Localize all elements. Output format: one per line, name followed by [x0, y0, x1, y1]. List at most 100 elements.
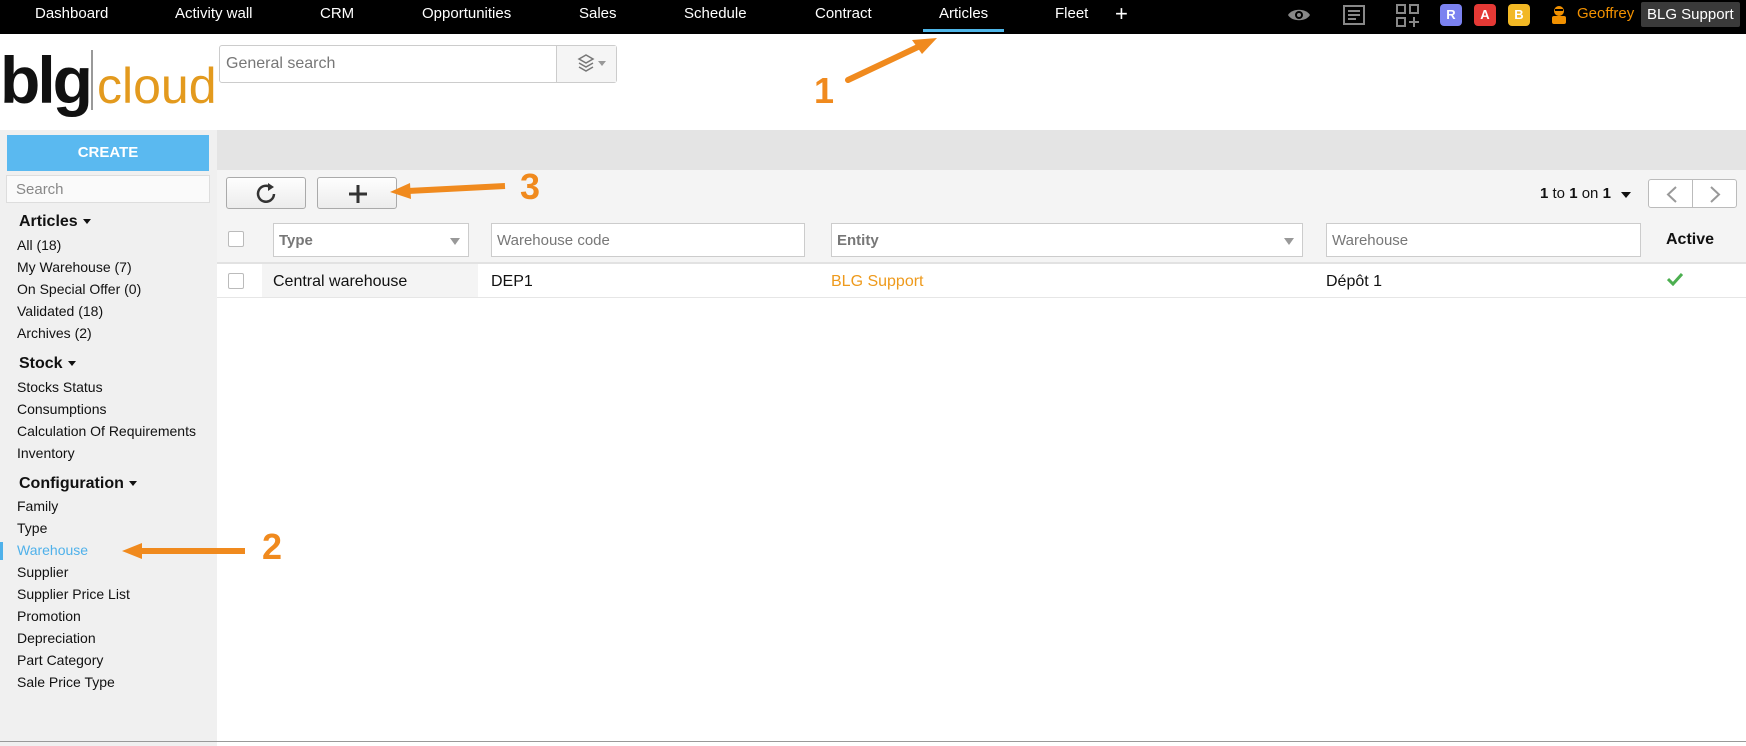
- sidebar-item-consumptions[interactable]: Consumptions: [17, 401, 107, 417]
- select-all-checkbox[interactable]: [228, 231, 244, 247]
- prev-page-button[interactable]: [1648, 179, 1693, 208]
- top-navigation-bar: Dashboard Activity wall CRM Opportunitie…: [0, 0, 1746, 34]
- company-switcher[interactable]: BLG Support: [1641, 2, 1740, 27]
- nav-articles[interactable]: Articles: [922, 0, 1005, 32]
- general-search-input[interactable]: [220, 46, 556, 82]
- active-indicator: [0, 542, 3, 560]
- logo-text-cloud: cloud: [97, 58, 217, 114]
- entity-filter-label: Entity: [837, 232, 879, 249]
- nav-opportunities[interactable]: Opportunities: [422, 0, 511, 30]
- badge-r[interactable]: R: [1440, 4, 1462, 26]
- table-row[interactable]: Central warehouse DEP1 BLG Support Dépôt…: [217, 264, 1746, 298]
- annotation-number-3: 3: [520, 166, 541, 207]
- chevron-down-icon: [1284, 238, 1294, 245]
- sidebar-item-family[interactable]: Family: [17, 498, 58, 514]
- caret-down-icon: [82, 219, 91, 225]
- pager-to: 1: [1569, 185, 1578, 202]
- nav-fleet[interactable]: Fleet: [1055, 0, 1088, 30]
- logo-text-blg: blg: [0, 43, 93, 117]
- general-search: [219, 45, 617, 83]
- cell-warehouse-code: DEP1: [491, 273, 533, 290]
- search-scope-dropdown[interactable]: [556, 46, 616, 82]
- list-toolbar: 1 to 1 on 1: [217, 170, 1746, 216]
- sidebar-item-my-warehouse[interactable]: My Warehouse (7): [17, 259, 132, 275]
- sidebar-item-promotion[interactable]: Promotion: [17, 608, 81, 624]
- caret-down-icon: [67, 361, 76, 367]
- row-checkbox[interactable]: [228, 273, 244, 289]
- pager-on-word: on: [1581, 185, 1599, 202]
- check-icon: [1667, 272, 1683, 286]
- nav-activity-wall[interactable]: Activity wall: [175, 0, 253, 30]
- apps-add-icon[interactable]: [1395, 3, 1421, 27]
- sidebar-item-stocks-status[interactable]: Stocks Status: [17, 379, 103, 395]
- section-articles[interactable]: Articles: [19, 213, 91, 231]
- next-page-button[interactable]: [1692, 179, 1737, 208]
- cell-entity-link[interactable]: BLG Support: [831, 273, 924, 291]
- section-stock-label: Stock: [19, 355, 63, 372]
- pager-to-word: to: [1552, 185, 1566, 202]
- chevron-down-icon: [450, 238, 460, 245]
- sidebar-item-validated[interactable]: Validated (18): [17, 303, 103, 319]
- warehouse-code-input[interactable]: [492, 224, 804, 256]
- nav-crm[interactable]: CRM: [320, 0, 354, 30]
- sidebar-item-inventory[interactable]: Inventory: [17, 445, 75, 461]
- sidebar-item-calculation-of-requirements[interactable]: Calculation Of Requirements: [17, 423, 196, 439]
- newspaper-icon[interactable]: [1341, 3, 1367, 27]
- eye-icon[interactable]: [1286, 3, 1312, 27]
- caret-down-icon: [128, 481, 137, 487]
- page-size-dropdown-icon[interactable]: [1621, 192, 1631, 198]
- badge-a[interactable]: A: [1474, 4, 1496, 26]
- add-button[interactable]: [317, 177, 397, 209]
- section-configuration-label: Configuration: [19, 475, 124, 492]
- window-bottom-edge: [0, 741, 1746, 742]
- active-column-header[interactable]: Active: [1666, 231, 1714, 249]
- section-stock[interactable]: Stock: [19, 355, 76, 373]
- badge-b[interactable]: B: [1508, 4, 1530, 26]
- logo-divider: [91, 50, 93, 110]
- annotation-arrow-1: [845, 38, 937, 83]
- type-filter[interactable]: Type: [273, 223, 469, 257]
- nav-dashboard[interactable]: Dashboard: [35, 0, 108, 30]
- table-header: Type Entity Active: [217, 216, 1746, 264]
- cell-warehouse: Dépôt 1: [1326, 273, 1383, 290]
- section-configuration[interactable]: Configuration: [19, 475, 137, 493]
- annotation-arrows: [122, 38, 937, 559]
- sidebar-item-archives[interactable]: Archives (2): [17, 325, 92, 341]
- pager-total: 1: [1602, 185, 1611, 202]
- entity-filter[interactable]: Entity: [831, 223, 1303, 257]
- warehouse-code-filter: [491, 223, 805, 257]
- sidebar-item-sale-price-type[interactable]: Sale Price Type: [17, 674, 115, 690]
- sidebar-item-part-category[interactable]: Part Category: [17, 652, 103, 668]
- pager-from: 1: [1540, 185, 1549, 202]
- sidebar-search-input[interactable]: [6, 175, 210, 203]
- cell-type: Central warehouse: [273, 273, 408, 290]
- sidebar: CREATE Articles All (18) My Warehouse (7…: [0, 130, 217, 746]
- nav-schedule[interactable]: Schedule: [684, 0, 747, 30]
- sidebar-item-supplier[interactable]: Supplier: [17, 564, 68, 580]
- sidebar-item-on-special-offer[interactable]: On Special Offer (0): [17, 281, 141, 297]
- plus-icon: [349, 185, 367, 203]
- sidebar-item-depreciation[interactable]: Depreciation: [17, 630, 96, 646]
- chevron-right-icon: [1710, 186, 1721, 203]
- warehouse-filter: [1326, 223, 1641, 257]
- user-avatar-icon[interactable]: [1548, 3, 1570, 25]
- user-name[interactable]: Geoffrey: [1577, 5, 1634, 22]
- layers-icon: [577, 54, 606, 72]
- create-button[interactable]: CREATE: [7, 135, 209, 171]
- annotation-number-1: 1: [814, 70, 835, 111]
- refresh-button[interactable]: [226, 177, 306, 209]
- sidebar-item-warehouse[interactable]: Warehouse: [17, 542, 88, 558]
- nav-contract[interactable]: Contract: [815, 0, 872, 30]
- sidebar-item-type[interactable]: Type: [17, 520, 47, 536]
- chevron-left-icon: [1666, 186, 1677, 203]
- nav-sales[interactable]: Sales: [579, 0, 617, 30]
- content-header-bar: [217, 130, 1746, 170]
- section-articles-label: Articles: [19, 213, 78, 230]
- sidebar-item-supplier-price-list[interactable]: Supplier Price List: [17, 586, 130, 602]
- warehouse-input[interactable]: [1327, 224, 1640, 256]
- annotation-number-2: 2: [262, 526, 283, 567]
- type-filter-label: Type: [279, 232, 313, 249]
- nav-add-button[interactable]: +: [1115, 1, 1128, 27]
- sidebar-item-all[interactable]: All (18): [17, 237, 61, 253]
- refresh-icon: [256, 183, 276, 203]
